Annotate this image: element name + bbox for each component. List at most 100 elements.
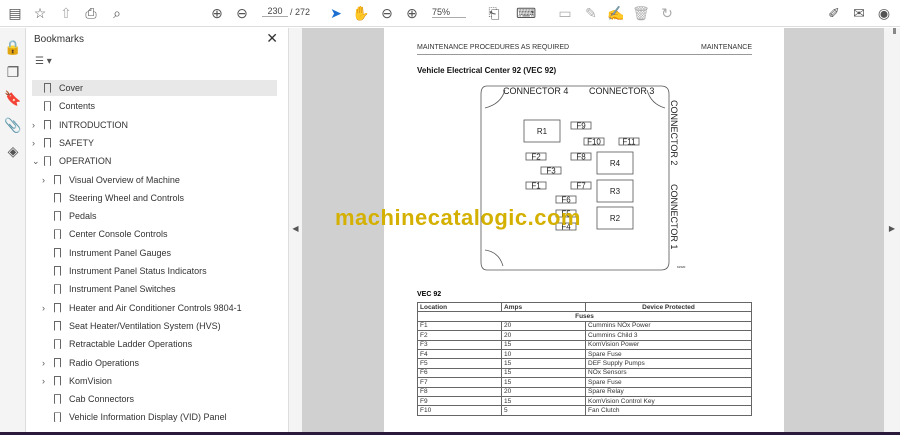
page-down-icon[interactable]: ⊖ [233,4,251,22]
zoom-in-icon[interactable]: ⊕ [403,4,421,22]
bookmark-item[interactable]: Cab Connectors [42,391,278,407]
table-row: F6 15 NOx Sensors [417,367,752,379]
table-cell: F8 [417,386,502,397]
collapse-panel-button[interactable]: ◀ [288,28,302,432]
bookmark-item[interactable]: ⌄ OPERATION [32,153,277,169]
sign-icon[interactable]: ✍ [607,4,625,22]
bookmark-flag-icon [54,211,61,222]
fit-page-icon[interactable]: ⎗ [485,4,503,22]
bookmark-item[interactable]: Instrument Panel Status Indicators [42,263,278,279]
section-title: Vehicle Electrical Center 92 (VEC 92) [417,66,557,75]
lock-icon[interactable]: 🔒 [4,38,22,56]
print-icon[interactable]: ⎙ [82,4,100,22]
pen-icon[interactable]: ✎ [582,4,600,22]
bookmark-item[interactable]: › Radio Operations [42,355,278,371]
upload-icon[interactable]: ⇧ [57,4,75,22]
pages-icon[interactable]: ❐ [4,63,22,81]
share-icon[interactable]: ✐ [825,4,843,22]
bookmark-item[interactable]: Pedals [42,208,278,224]
column-header: Device Protected [585,301,752,313]
comment-icon[interactable]: ▭ [556,4,574,22]
layers-icon[interactable]: ◈ [4,142,22,160]
document-scrollbar[interactable] [893,28,896,34]
right-panel-toggle[interactable]: ▶ [884,28,900,432]
fuse-label: F9 [576,122,586,131]
page-number-input[interactable]: 230 [262,6,288,17]
star-icon[interactable]: ☆ [31,4,49,22]
expand-icon[interactable]: › [32,120,42,130]
header-rule [417,54,752,55]
table-cell: KomVision Control Key [585,395,752,407]
expand-icon[interactable]: › [42,358,52,368]
attachment-icon[interactable]: 📎 [4,116,22,134]
table-row: F2 20 Cummins Child 3 [417,330,752,341]
bookmark-item[interactable]: › INTRODUCTION [32,117,277,133]
bookmark-options-button[interactable]: ☰ ▾ [35,56,52,67]
fuse-label: F11 [622,138,636,147]
table-cell: DEF Supply Pumps [585,358,752,369]
bookmark-label: Instrument Panel Status Indicators [69,266,207,276]
save-icon[interactable]: ▤ [6,4,24,22]
bookmark-label: Vehicle Information Display (VID) Panel [69,412,227,423]
vec-diagram: CONNECTOR 4 CONNECTOR 3 CONNECTOR 2 CONN… [480,85,686,271]
bookmark-item[interactable]: Steering Wheel and Controls [42,190,278,206]
zoom-select[interactable]: 75% [432,7,466,18]
bookmark-item[interactable]: Retractable Ladder Operations [42,336,278,352]
select-cursor-icon[interactable]: ➤ [327,4,345,22]
zoom-out-icon[interactable]: ⊖ [378,4,396,22]
scroll-mode-icon[interactable]: ⌨ [516,4,536,22]
expand-icon[interactable]: ⌄ [32,156,42,167]
bookmark-item[interactable]: › SAFETY [32,135,277,151]
account-icon[interactable]: ◉ [875,4,893,22]
fuse-label: F8 [576,153,586,162]
bookmark-item[interactable]: Vehicle Information Display (VID) Panel [42,409,278,425]
table-cell: 15 [501,367,586,379]
table-title: VEC 92 [417,291,442,298]
table-cell: Spare Relay [585,386,752,397]
close-icon[interactable]: ✕ [266,30,278,47]
bookmark-label: Heater and Air Conditioner Controls 9804… [69,302,242,313]
bookmark-item[interactable]: Contents [32,98,277,114]
bookmark-item[interactable]: Cover [32,80,277,96]
bookmark-flag-icon [44,83,51,93]
bookmark-label: Seat Heater/Ventilation System (HVS) [69,320,221,331]
table-cell: F9 [417,395,502,407]
bookmark-item[interactable]: › Visual Overview of Machine [42,172,278,188]
bookmark-item[interactable]: Instrument Panel Switches [42,281,278,297]
watermark: machinecatalogic.com [335,205,581,230]
connector-4-label: CONNECTOR 4 [503,86,568,96]
bookmark-icon[interactable]: 🔖 [4,89,22,107]
hand-icon[interactable]: ✋ [352,4,370,22]
search-icon[interactable]: ⌕ [108,4,126,22]
page-total: / 272 [290,7,311,17]
expand-icon[interactable]: › [32,138,42,148]
expand-icon[interactable]: › [42,376,52,386]
bookmarks-panel: Bookmarks ✕ ☰ ▾ Cover Contents › INTRODUCTI… [26,28,309,432]
table-cell: 15 [501,377,586,388]
trash-icon[interactable]: 🗑 [632,4,650,22]
header-left: MAINTENANCE PROCEDURES AS REQUIRED [417,44,570,51]
bookmark-item[interactable]: › KomVision [42,373,278,389]
expand-icon[interactable]: › [42,175,52,185]
mail-icon[interactable]: ✉ [850,4,868,22]
bookmark-label: Cover [59,83,84,93]
bookmark-flag-icon [44,119,51,130]
bookmark-label: Pedals [69,211,97,222]
fuse-label: F7 [576,182,586,191]
expand-icon[interactable]: › [42,303,52,313]
rotate-icon[interactable]: ↻ [658,4,676,22]
table-cell: F3 [417,339,502,350]
table-cell: Fan Clutch [585,405,752,416]
bookmark-flag-icon [54,302,61,313]
bookmark-item[interactable]: Center Console Controls [42,226,278,242]
table-cell: F10 [417,405,502,416]
table-cell: F6 [417,367,502,379]
bookmark-item[interactable]: Seat Heater/Ventilation System (HVS) [42,318,278,334]
fuse-label: F6 [561,196,571,205]
bookmark-flag-icon [54,339,61,350]
bookmark-flag-icon [54,174,61,185]
table-cell: Cummins Child 3 [585,330,752,341]
page-up-icon[interactable]: ⊕ [208,4,226,22]
bookmark-item[interactable]: › Heater and Air Conditioner Controls 980… [42,300,278,316]
bookmark-item[interactable]: Instrument Panel Gauges [42,245,278,261]
